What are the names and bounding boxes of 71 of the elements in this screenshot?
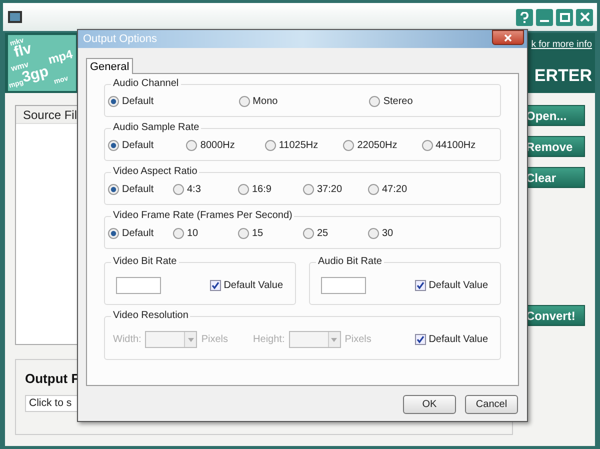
radio-label: 44100Hz [436,139,476,153]
info-link[interactable]: k for more info [531,38,592,52]
radio-button[interactable] [368,184,379,195]
help-button[interactable] [516,8,533,26]
dialog-button[interactable]: OK [403,395,456,414]
radio-label: Default [122,227,154,241]
radio-button[interactable] [238,96,250,107]
radio-button[interactable] [108,184,119,195]
bit-rate-field[interactable] [116,276,161,294]
close-button[interactable] [576,8,593,26]
radio-button[interactable] [108,228,119,239]
checkbox-label: Default Value [428,333,488,347]
radio-label: 37:20 [317,183,342,197]
radio-label: 11025Hz [278,139,318,153]
radio-button[interactable] [343,140,354,151]
radio-button[interactable] [108,96,119,107]
checkbox-label: Default Value [224,278,283,292]
radio-label: 4:3 [187,183,201,197]
dialog-title: Output Options [83,32,157,47]
app-icon [7,9,23,25]
radio-label: Default [122,183,154,197]
radio-button[interactable] [303,184,314,195]
radio-label: 8000Hz [200,139,235,153]
radio-label: 22050Hz [357,139,398,153]
question-icon [520,12,529,22]
radio-label: Default [122,95,154,109]
caret-icon [331,338,338,342]
radio-button[interactable] [238,184,249,195]
close-icon [580,12,590,22]
caret-icon [188,338,194,342]
dialog-close-button[interactable] [492,30,524,45]
radio-label: 30 [382,227,394,241]
close-icon [504,34,512,42]
radio-label: 16:9 [252,183,272,197]
radio-label: 25 [317,227,328,241]
radio-button[interactable] [173,184,184,195]
dialog-button[interactable]: Cancel [465,395,518,414]
radio-label: Mono [252,95,278,109]
checkbox[interactable] [210,280,221,290]
minimize-button[interactable] [536,8,553,26]
radio-label: 15 [252,227,264,241]
radio-label: Default [122,139,154,153]
radio-label: 47:20 [382,183,408,197]
group-title: Audio Sample Rate [111,121,202,135]
tab[interactable]: General [86,58,134,74]
maximize-icon [560,12,570,22]
radio-label: Stereo [383,95,413,109]
group-title: Video Frame Rate (Frames Per Second) [111,209,294,223]
radio-button[interactable] [186,140,198,151]
checkbox[interactable] [414,280,426,290]
radio-button[interactable] [238,228,249,239]
bit-rate-field[interactable] [321,276,366,294]
radio-button[interactable] [264,140,276,151]
minimize-icon [540,20,549,22]
unit-label: Pixels [344,333,372,347]
radio-label: 10 [187,227,198,241]
maximize-button[interactable] [556,8,573,26]
radio-button[interactable] [369,96,380,107]
radio-button[interactable] [368,228,379,239]
checkbox-label: Default Value [428,278,488,292]
unit-label: Pixels [201,333,228,347]
field-label: Width: [113,333,142,347]
logo-word: mp4 [46,48,74,66]
brand-text: ERTER [534,67,592,84]
radio-button[interactable] [422,140,433,151]
radio-button[interactable] [173,228,184,239]
field-label: Height: [253,333,285,347]
radio-button[interactable] [108,140,119,151]
column-header[interactable]: Source Fil [23,106,78,124]
radio-button[interactable] [303,228,314,239]
group-title: Video Aspect Ratio [111,165,200,179]
